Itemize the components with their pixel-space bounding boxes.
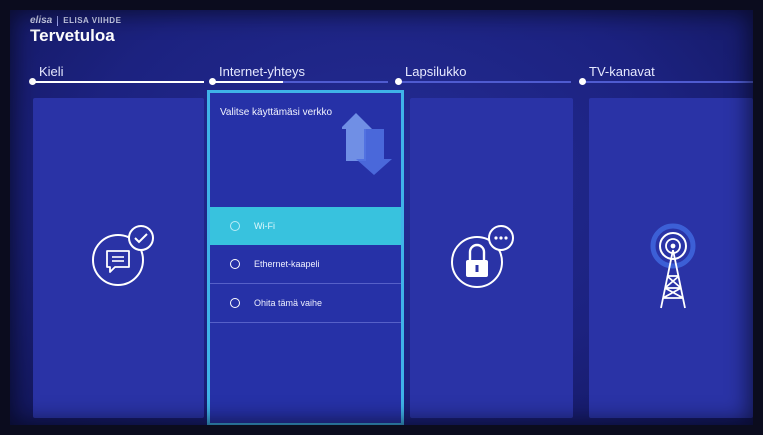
step-dot [209,78,216,85]
internet-connection-panel[interactable]: Valitse käyttämäsi verkko Wi-Fi Ethernet… [207,90,404,426]
step-progress-bar [213,81,388,83]
panel-heading: Valitse käyttämäsi verkko [220,107,333,118]
step-progress-fill [33,81,204,83]
step-progress-bar [583,81,753,83]
option-ethernet[interactable]: Ethernet-kaapeli [210,245,401,284]
brand-logo: elisa ELISA VIIHDE [30,15,121,26]
step-dot [29,78,36,85]
parental-lock-card[interactable] [410,98,573,418]
page-title: Tervetuloa [30,26,115,45]
tv-channels-card[interactable] [589,98,753,418]
network-arrows-icon [342,113,392,175]
logo-divider [57,15,59,26]
step-label: Kieli [39,64,64,79]
chat-check-icon [92,225,154,286]
step-label: Internet-yhteys [219,64,305,79]
step-parental-lock[interactable]: Lapsilukko [395,64,571,85]
language-card[interactable] [33,98,204,418]
brand-name: ELISA VIIHDE [63,16,122,25]
lock-icon [451,225,514,288]
option-label: Wi-Fi [254,221,275,231]
tv-screen: elisa ELISA VIIHDE Tervetuloa Kieli Inte… [0,0,763,435]
antenna-tower-icon [650,223,696,309]
step-dot [579,78,586,85]
step-label: TV-kanavat [589,64,655,79]
elisa-logo: elisa [30,15,53,26]
step-language[interactable]: Kieli [29,64,204,85]
step-progress-bar [33,81,204,83]
step-progress-fill [213,81,283,83]
network-options-list: Wi-Fi Ethernet-kaapeli Ohita tämä vaihe [210,207,401,323]
step-progress-bar [399,81,571,83]
step-internet[interactable]: Internet-yhteys [209,64,388,85]
option-label: Ohita tämä vaihe [254,298,323,308]
step-label: Lapsilukko [405,64,467,79]
step-dot [395,78,402,85]
radio-button[interactable] [230,298,240,308]
radio-button[interactable] [230,259,240,269]
step-tv-channels[interactable]: TV-kanavat [579,64,753,85]
radio-button[interactable] [230,221,240,231]
option-label: Ethernet-kaapeli [254,259,320,269]
option-skip-step[interactable]: Ohita tämä vaihe [210,284,401,323]
option-wifi[interactable]: Wi-Fi [210,207,401,245]
